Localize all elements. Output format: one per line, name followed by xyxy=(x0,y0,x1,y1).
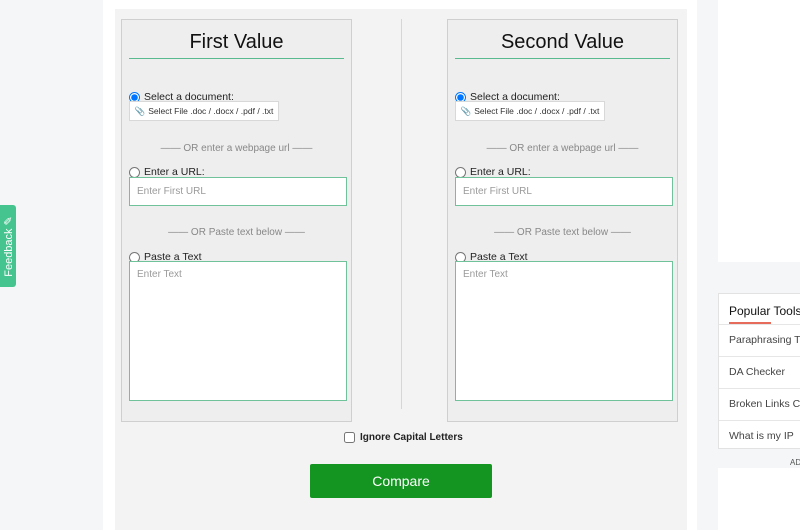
first-enter-url-radio[interactable] xyxy=(129,166,140,178)
feedback-icon: ✎ xyxy=(2,215,15,225)
first-select-file-button[interactable]: 📎 Select File .doc / .docx / .pdf / .txt xyxy=(129,101,279,121)
first-or-paste-divider: —— OR Paste text below —— xyxy=(168,227,305,238)
second-or-paste-divider: —— OR Paste text below —— xyxy=(494,227,631,238)
first-url-input[interactable] xyxy=(129,177,347,206)
ignore-capital-letters-label: Ignore Capital Letters xyxy=(360,432,463,443)
second-value-title: Second Value xyxy=(455,31,670,59)
main-panel: First Value Select a document: 📎 Select … xyxy=(103,0,697,530)
second-value-box: Second Value Select a document: 📎 Select… xyxy=(447,19,678,422)
first-value-title: First Value xyxy=(129,31,344,59)
popular-tools-title: Popular Tools xyxy=(729,304,800,318)
feedback-tab[interactable]: Feedback ✎ xyxy=(0,205,16,287)
compare-button[interactable]: Compare xyxy=(310,464,492,498)
first-value-box: First Value Select a document: 📎 Select … xyxy=(121,19,352,422)
right-sidebar-card xyxy=(718,0,800,262)
second-select-file-label: Select File .doc / .docx / .pdf / .txt xyxy=(474,106,600,116)
second-select-file-button[interactable]: 📎 Select File .doc / .docx / .pdf / .txt xyxy=(455,101,605,121)
ignore-capital-letters-option[interactable]: Ignore Capital Letters xyxy=(344,432,463,443)
center-divider xyxy=(401,19,402,409)
ad-box xyxy=(718,468,800,530)
second-text-area[interactable] xyxy=(455,261,673,401)
ad-label: AD xyxy=(790,458,800,467)
popular-tools-card: Popular Tools Paraphrasing T DA Checker … xyxy=(718,293,800,449)
ignore-capital-letters-checkbox[interactable] xyxy=(344,432,355,443)
paperclip-icon: 📎 xyxy=(134,105,146,116)
popular-tool-link[interactable]: Paraphrasing T xyxy=(719,324,800,356)
first-select-file-label: Select File .doc / .docx / .pdf / .txt xyxy=(148,106,274,116)
popular-tool-link[interactable]: DA Checker xyxy=(719,356,800,388)
first-or-url-divider: —— OR enter a webpage url —— xyxy=(160,143,313,154)
feedback-label: Feedback xyxy=(2,227,14,277)
compare-form: First Value Select a document: 📎 Select … xyxy=(115,9,687,530)
popular-tool-link[interactable]: What is my IP xyxy=(719,420,800,448)
second-or-url-divider: —— OR enter a webpage url —— xyxy=(486,143,639,154)
first-text-area[interactable] xyxy=(129,261,347,401)
second-url-input[interactable] xyxy=(455,177,673,206)
popular-tool-link[interactable]: Broken Links C xyxy=(719,388,800,420)
second-enter-url-radio[interactable] xyxy=(455,166,466,178)
paperclip-icon: 📎 xyxy=(460,105,472,116)
